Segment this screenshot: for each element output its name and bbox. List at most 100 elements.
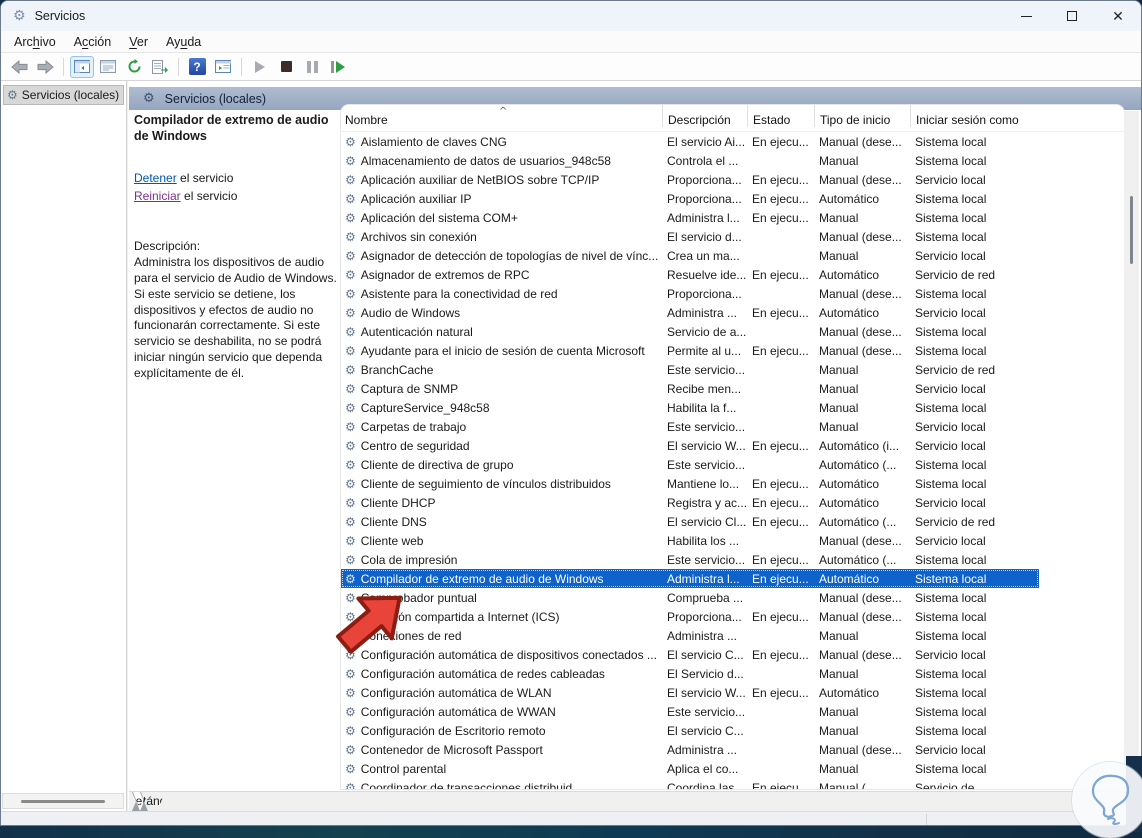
table-row[interactable]: ⚙ Autenticación natural Servicio de a... … [341,322,1039,341]
table-row[interactable]: ⚙ Cliente DHCP Registra y ac... En ejecu.… [341,493,1039,512]
export-list-icon[interactable] [148,56,172,78]
service-logon-as-cell: Sistema local [915,343,987,358]
tree-scrollbar-thumb[interactable] [21,800,105,803]
forward-icon[interactable] [33,56,57,78]
service-name: Asignador de extremos de RPC [360,267,530,282]
service-description-cell: Proporciona... [667,609,742,624]
table-row[interactable]: ⚙ Aislamiento de claves CNG El servicio A… [341,132,1039,151]
stop-service-icon[interactable] [274,56,298,78]
service-startup-type-cell: Automático [819,476,880,491]
table-row[interactable]: ⚙ BranchCache Este servicio... Manual Ser… [341,360,1039,379]
service-startup-type-cell: Manual (... [819,780,876,790]
service-description-cell: Aplica el co... [667,761,739,776]
table-row[interactable]: ⚙ Conexión compartida a Internet (ICS) Pr… [341,607,1039,626]
table-row[interactable]: ⚙ Coordinador de transacciones distribuid… [341,778,1039,790]
table-row[interactable]: ⚙ Aplicación auxiliar de NetBIOS sobre TC… [341,170,1039,189]
table-row[interactable]: ⚙ Ayudante para el inicio de sesión de cu… [341,341,1039,360]
column-header-iniciar-sesion-como[interactable]: Iniciar sesión como [910,105,1039,127]
table-row[interactable]: ⚙ Conexiones de red Administra ... Manual… [341,626,1039,645]
toolbar-separator [63,57,64,76]
table-row[interactable]: ⚙ Configuración automática de WWAN Este s… [341,702,1039,721]
service-gear-icon: ⚙ [345,647,356,662]
tree-item-servicios-locales[interactable]: ⚙ Servicios (locales) [3,85,124,105]
help-icon[interactable]: ? [185,56,209,78]
menu-item[interactable]: Ayuda [157,33,210,51]
service-name: Cliente de seguimiento de vínculos distr… [360,476,611,491]
service-startup-type-cell: Manual (dese... [819,609,902,624]
service-gear-icon: ⚙ [345,704,356,719]
service-startup-type-cell: Manual [819,362,859,377]
main-area: ⚙ Servicios (locales) ⚙ Servicios (local… [1,81,1141,811]
service-name: Autenticación natural [360,324,473,339]
service-logon-as-cell: Sistema local [915,552,987,567]
table-row[interactable]: ⚙ Aplicación del sistema COM+ Administra … [341,208,1039,227]
table-row[interactable]: ⚙ Contenedor de Microsoft Passport Admini… [341,740,1039,759]
table-row[interactable]: ⚙ Cola de impresión Este servicio... En e… [341,550,1039,569]
table-row[interactable]: ⚙ Cliente de seguimiento de vínculos dist… [341,474,1039,493]
table-row[interactable]: ⚙ Cliente web Habilita los ... Manual (de… [341,531,1039,550]
table-row[interactable]: ⚙ Asignador de detección de topologías de… [341,246,1039,265]
show-console-tree-icon[interactable] [70,55,94,78]
table-row[interactable]: ⚙ Asistente para la conectividad de red P… [341,284,1039,303]
stop-service-line: Detener el servicio [134,171,234,186]
tab-extendido[interactable]: Extendido [132,792,140,811]
table-row[interactable]: ⚙ Compilador de extremo de audio de Windo… [341,569,1039,588]
service-logon-as-cell: Sistema local [915,609,987,624]
column-header-tipo-de-inicio[interactable]: Tipo de inicio [814,105,910,127]
maximize-button[interactable] [1049,1,1095,31]
service-logon-as-cell: Sistema local [915,324,987,339]
table-row[interactable]: ⚙ Configuración de Escritorio remoto El s… [341,721,1039,740]
tree-horizontal-scrollbar[interactable] [2,793,124,809]
properties-icon[interactable] [96,56,120,78]
list-vertical-scrollbar[interactable] [1124,111,1139,789]
close-button[interactable]: ✕ [1095,1,1141,31]
menu-item[interactable]: Ver [120,33,157,51]
table-row[interactable]: ⚙ Archivos sin conexión El servicio d... … [341,227,1039,246]
table-row[interactable]: ⚙ Configuración automática de WLAN El ser… [341,683,1039,702]
table-row[interactable]: ⚙ Audio de Windows Administra ... En ejec… [341,303,1039,322]
menu-item[interactable]: Acción [65,33,121,51]
restart-service-link[interactable]: Reiniciar [134,189,181,203]
show-action-pane-icon[interactable] [211,56,235,78]
restart-service-icon[interactable] [326,56,350,78]
stop-service-link[interactable]: Detener [134,171,177,185]
service-gear-icon: ⚙ [345,723,356,738]
table-row[interactable]: ⚙ Captura de SNMP Recibe men... Manual Se… [341,379,1039,398]
table-row[interactable]: ⚙ Comprobador puntual Comprueba ... Manua… [341,588,1039,607]
table-row[interactable]: ⚙ Carpetas de trabajo Este servicio... Ma… [341,417,1039,436]
table-row[interactable]: ⚙ Aplicación auxiliar IP Proporciona... E… [341,189,1039,208]
minimize-button[interactable] [1003,1,1049,31]
table-row[interactable]: ⚙ Configuración automática de dispositivo… [341,645,1039,664]
service-gear-icon: ⚙ [345,685,356,700]
description-text: Administra los dispositivos de audio par… [134,255,337,380]
service-description-panel: Compilador de extremo de audio de Window… [134,113,340,382]
table-row[interactable]: ⚙ Cliente DNS El servicio Cl... En ejecu.… [341,512,1039,531]
services-app-icon: ⚙ [13,8,26,24]
table-row[interactable]: ⚙ CaptureService_948c58 Habilita la f... … [341,398,1039,417]
sort-ascending-icon[interactable]: ^ [499,106,507,117]
start-service-icon[interactable] [248,56,272,78]
service-logon-as-cell: Sistema local [915,134,987,149]
pause-service-icon[interactable] [300,56,324,78]
table-row[interactable]: ⚙ Asignador de extremos de RPC Resuelve i… [341,265,1039,284]
service-logon-as-cell: Servicio local [915,381,986,396]
service-status-cell: En ejecu... [752,609,809,624]
tab-estandar[interactable]: Estándar [140,792,148,811]
column-header-estado[interactable]: Estado [747,105,814,127]
list-scrollbar-thumb[interactable] [1130,196,1133,264]
service-description-cell: Este servicio... [667,457,746,472]
menu-item[interactable]: Archivo [5,33,65,51]
table-row[interactable]: ⚙ Control parental Aplica el co... Manual… [341,759,1039,778]
table-row[interactable]: ⚙ Configuración automática de redes cable… [341,664,1039,683]
service-logon-as-cell: Sistema local [915,761,987,776]
table-row[interactable]: ⚙ Cliente de directiva de grupo Este serv… [341,455,1039,474]
refresh-icon[interactable] [122,56,146,78]
service-name: Carpetas de trabajo [360,419,467,434]
column-header-descripcion[interactable]: Descripción [662,105,747,127]
table-row[interactable]: ⚙ Almacenamiento de datos de usuarios_948… [341,151,1039,170]
service-logon-as-cell: Servicio local [915,248,986,263]
service-startup-type-cell: Manual [819,761,859,776]
back-icon[interactable] [7,56,31,78]
table-row[interactable]: ⚙ Centro de seguridad El servicio W... En… [341,436,1039,455]
selected-service-title: Compilador de extremo de audio de Window… [134,113,329,143]
